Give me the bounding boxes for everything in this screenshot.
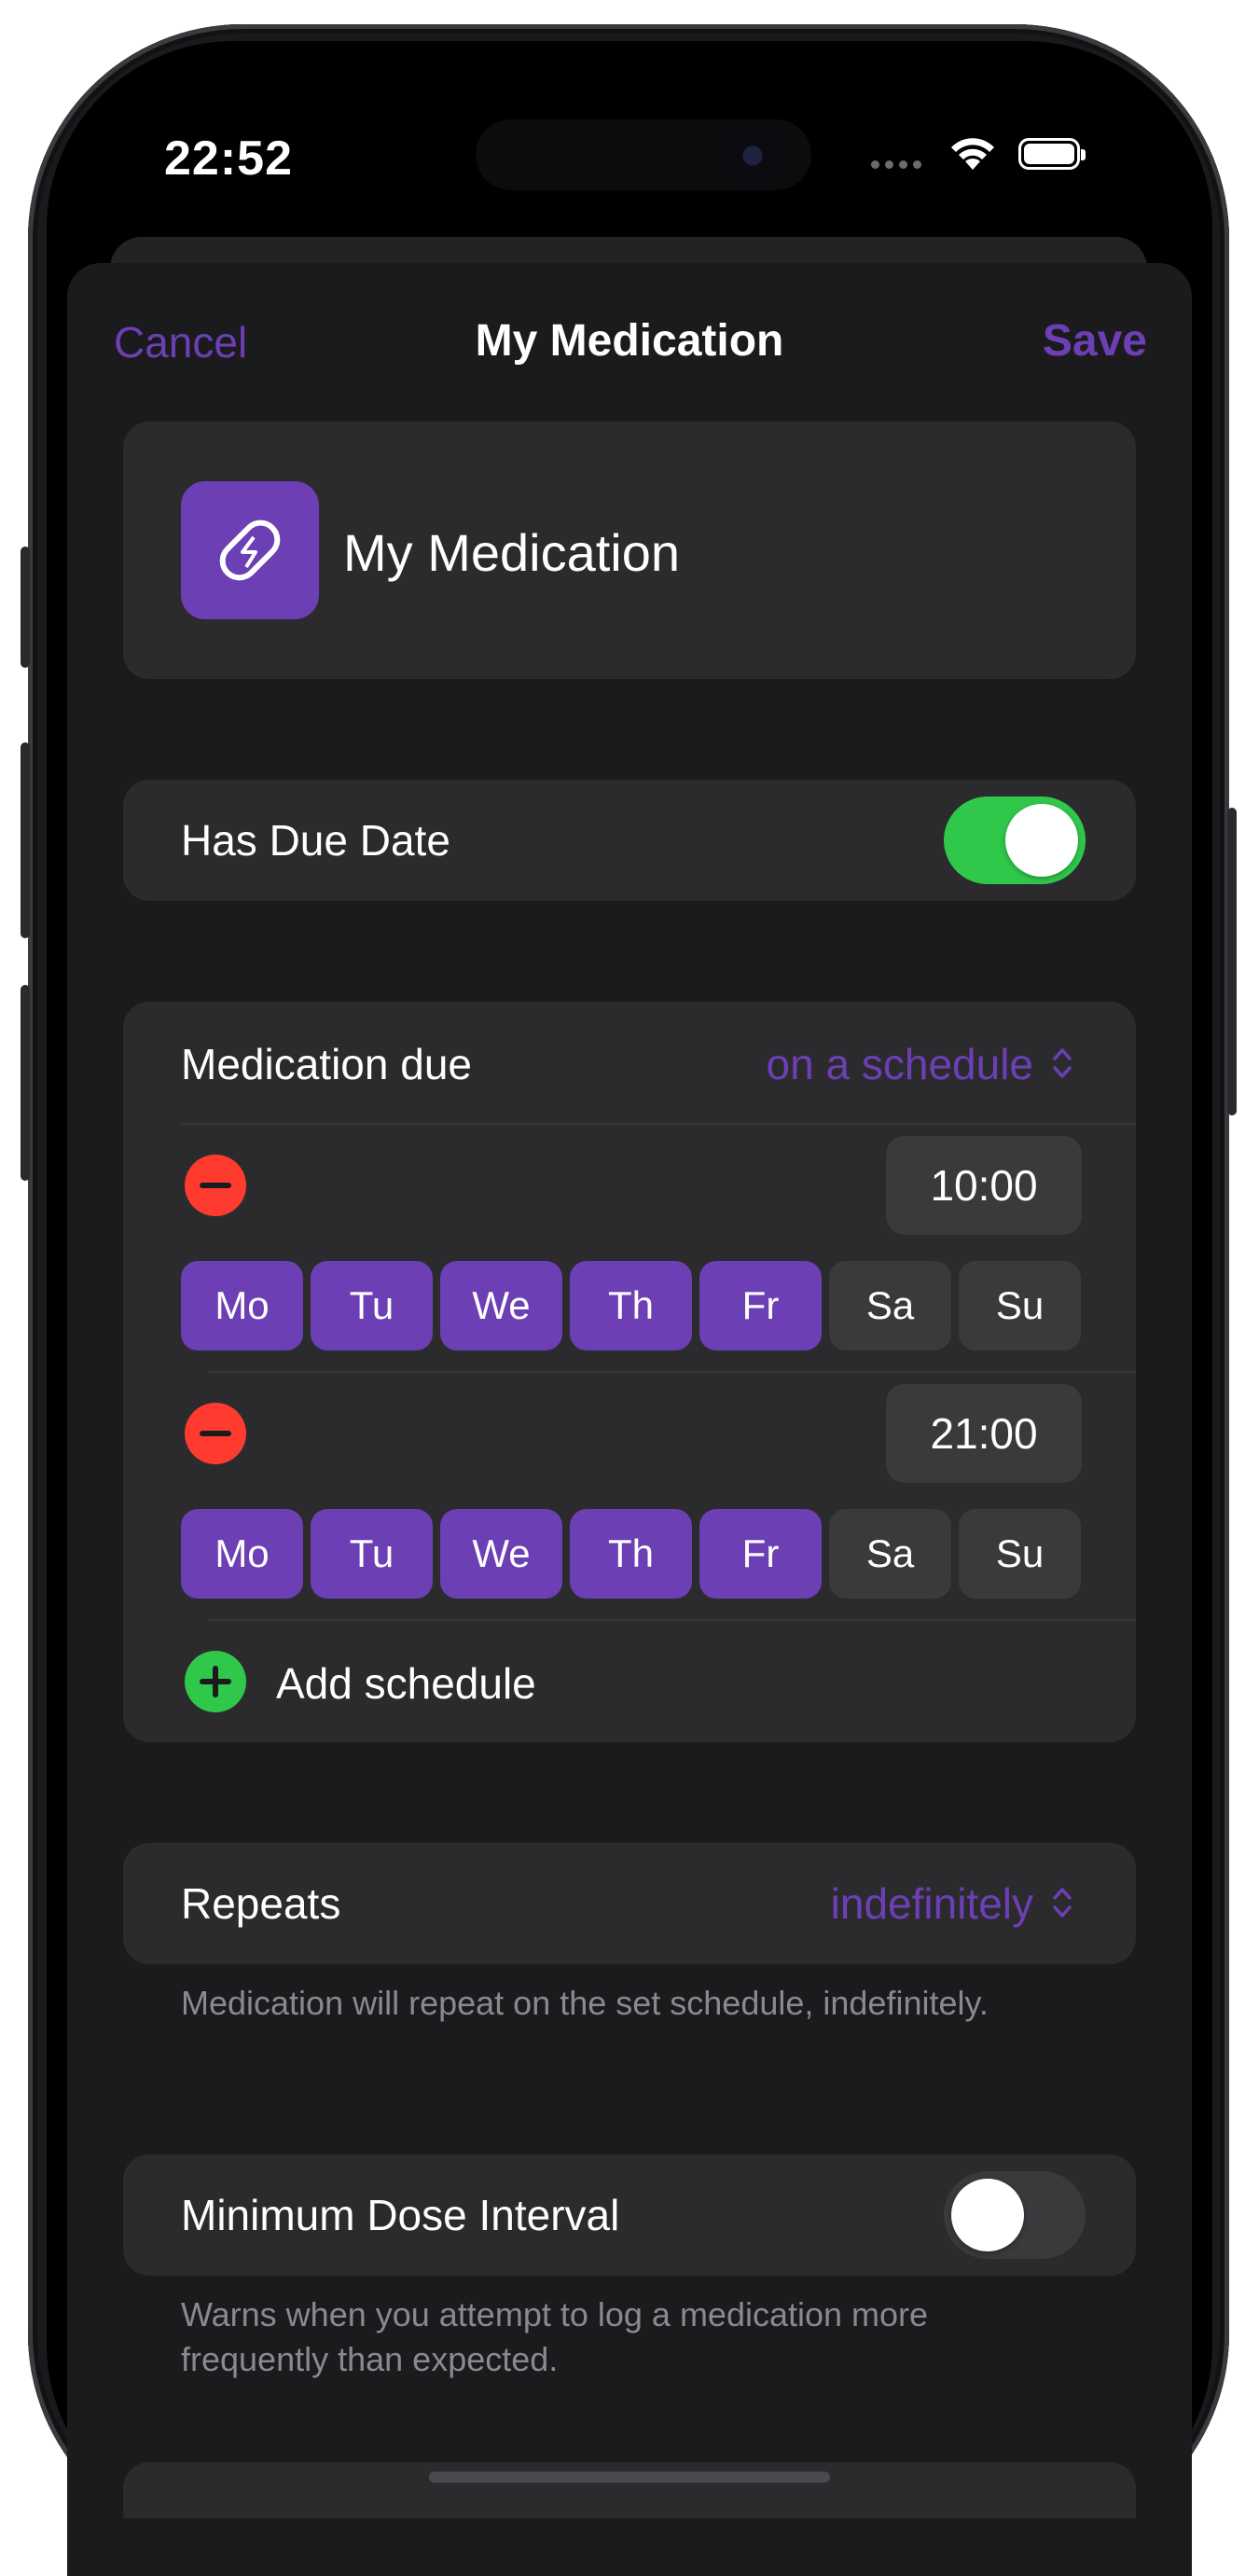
medication-name-field[interactable]: My Medication [343, 522, 680, 583]
volume-up-button [21, 742, 30, 938]
camera-icon [727, 131, 778, 181]
day-toggle-th[interactable]: Th [570, 1261, 692, 1350]
day-toggle-su[interactable]: Su [959, 1509, 1081, 1599]
min-dose-interval-toggle[interactable] [944, 2171, 1086, 2259]
save-button[interactable]: Save [1043, 315, 1147, 367]
pill-icon [219, 519, 281, 581]
schedule-mode-picker[interactable]: on a schedule [767, 1039, 1033, 1089]
status-time: 22:52 [164, 132, 293, 186]
day-toggle-we[interactable]: We [440, 1509, 562, 1599]
cellular-signal-icon [871, 160, 921, 169]
chevron-up-down-icon [1053, 1048, 1072, 1078]
medication-icon-button[interactable] [181, 481, 319, 619]
home-indicator[interactable] [429, 2472, 830, 2483]
day-toggle-tu[interactable]: Tu [311, 1509, 433, 1599]
min-dose-interval-footnote: Warns when you attempt to log a medicati… [181, 2295, 929, 2378]
divider [181, 1123, 1136, 1125]
battery-icon [1018, 138, 1086, 170]
remove-schedule-button[interactable] [185, 1155, 246, 1216]
weekday-selector: Mo Tu We Th Fr Sa Su [181, 1509, 1081, 1599]
chevron-up-down-icon [1053, 1888, 1072, 1918]
day-toggle-th[interactable]: Th [570, 1509, 692, 1599]
next-section-card [123, 2462, 1136, 2518]
day-toggle-sa[interactable]: Sa [829, 1509, 951, 1599]
repeats-footnote: Medication will repeat on the set schedu… [181, 1984, 989, 2022]
add-schedule-button[interactable]: Add schedule [276, 1658, 536, 1709]
remove-schedule-button[interactable] [185, 1403, 246, 1464]
power-button [1227, 808, 1237, 1115]
day-toggle-tu[interactable]: Tu [311, 1261, 433, 1350]
repeats-picker[interactable]: indefinitely [831, 1878, 1033, 1929]
volume-down-button [21, 985, 30, 1181]
day-toggle-sa[interactable]: Sa [829, 1261, 951, 1350]
action-button [21, 547, 30, 668]
day-toggle-we[interactable]: We [440, 1261, 562, 1350]
divider [209, 1371, 1136, 1373]
repeats-label: Repeats [181, 1879, 341, 1928]
divider [209, 1619, 1136, 1621]
day-toggle-mo[interactable]: Mo [181, 1509, 303, 1599]
day-toggle-fr[interactable]: Fr [699, 1261, 822, 1350]
due-date-toggle[interactable] [944, 796, 1086, 884]
schedule-time-picker[interactable]: 10:00 [886, 1136, 1082, 1235]
medication-due-label: Medication due [181, 1040, 472, 1088]
min-dose-interval-label: Minimum Dose Interval [181, 2191, 620, 2239]
day-toggle-mo[interactable]: Mo [181, 1261, 303, 1350]
schedule-time-picker[interactable]: 21:00 [886, 1384, 1082, 1483]
day-toggle-fr[interactable]: Fr [699, 1509, 822, 1599]
wifi-icon [951, 138, 994, 170]
due-date-label: Has Due Date [181, 816, 450, 865]
add-schedule-icon[interactable] [185, 1651, 246, 1712]
day-toggle-su[interactable]: Su [959, 1261, 1081, 1350]
weekday-selector: Mo Tu We Th Fr Sa Su [181, 1261, 1081, 1350]
